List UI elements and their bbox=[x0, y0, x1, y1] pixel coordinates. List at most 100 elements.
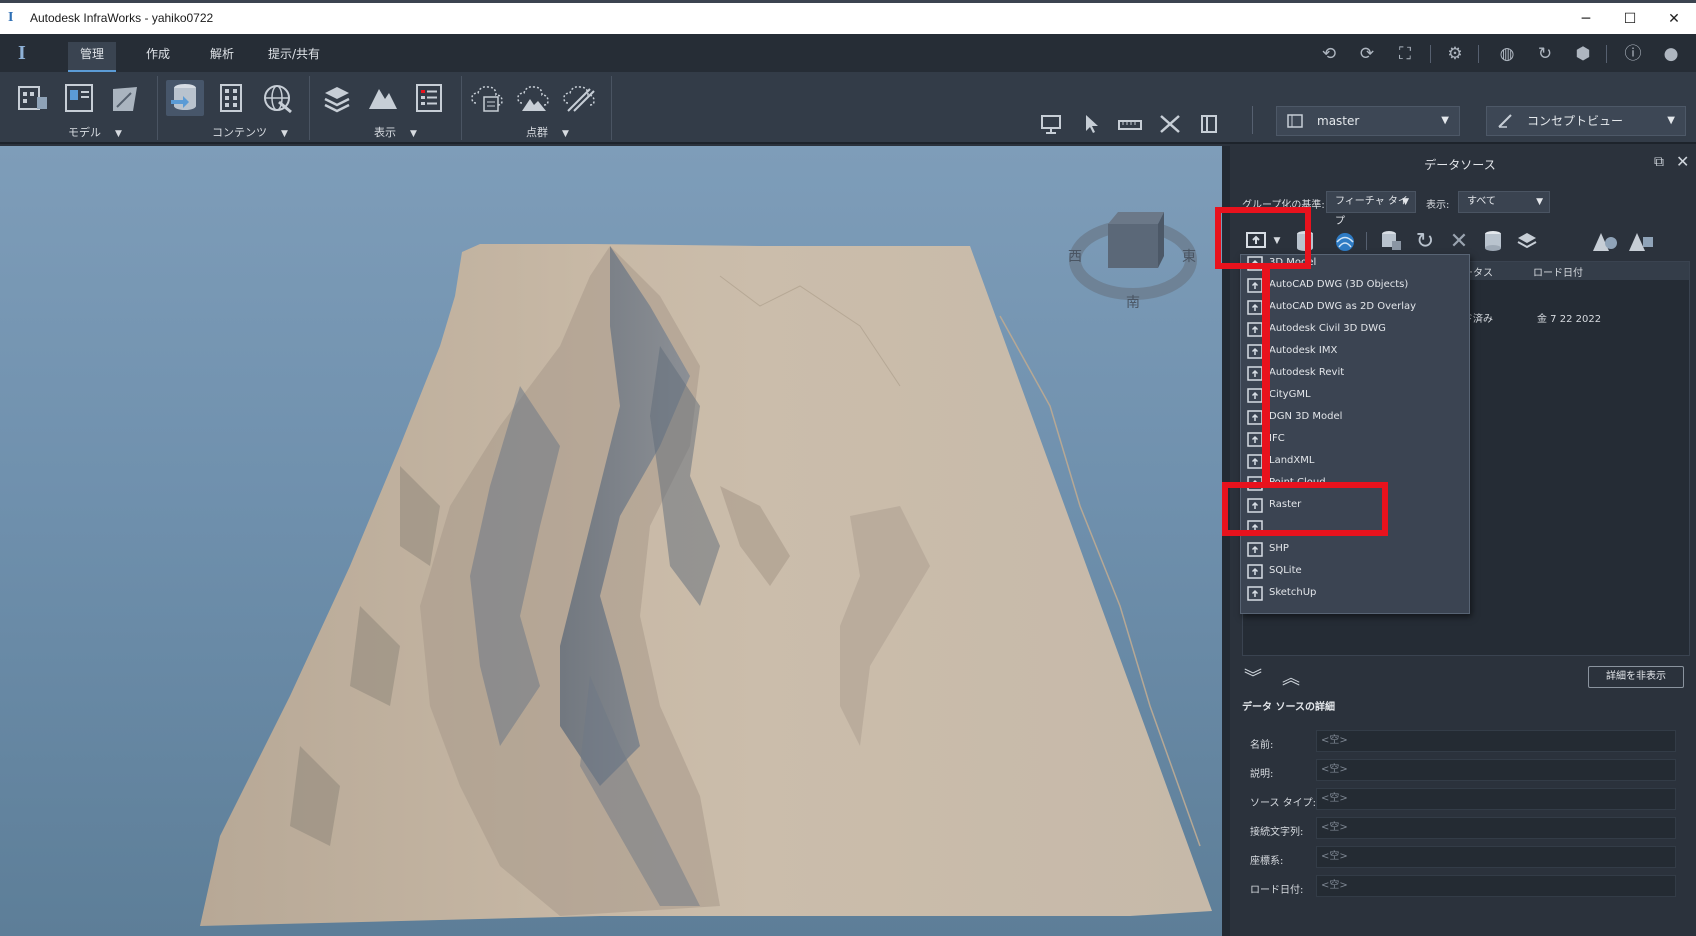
menu-item-autodesk-civil-3d-dwg[interactable]: Autodesk Civil 3D DWG bbox=[1241, 319, 1469, 341]
point-cloud-group-label[interactable]: 点群 ▼ bbox=[526, 124, 569, 140]
viewcube-east-label[interactable]: 東 bbox=[1182, 246, 1196, 266]
infraworks-logo-icon: I bbox=[8, 10, 14, 25]
menu-item-label: Autodesk Civil 3D DWG bbox=[1269, 323, 1386, 334]
proposal-icon bbox=[1287, 114, 1303, 128]
app-menu-icon[interactable]: I bbox=[18, 42, 26, 65]
feature-shapes-icon[interactable] bbox=[1590, 226, 1620, 256]
measure-icon[interactable] bbox=[1116, 110, 1144, 138]
menu-item-dgn-3d-model[interactable]: DGN 3D Model bbox=[1241, 407, 1469, 429]
detail-label-load-date: ロード日付: bbox=[1250, 885, 1304, 896]
tools-icon[interactable] bbox=[1156, 110, 1184, 138]
menu-item-label: AutoCAD DWG (3D Objects) bbox=[1269, 279, 1409, 290]
view-cube[interactable]: 西 東 南 bbox=[1068, 206, 1198, 311]
screen-display-icon[interactable] bbox=[1038, 110, 1066, 138]
model-map-icon[interactable] bbox=[106, 80, 144, 116]
view-cube-graphic bbox=[1069, 212, 1197, 300]
close-window-button[interactable]: ✕ bbox=[1652, 7, 1696, 31]
menu-item-sqlite[interactable]: SQLite bbox=[1241, 561, 1469, 583]
viewcube-south-label[interactable]: 南 bbox=[1126, 292, 1140, 312]
terrain-icon[interactable] bbox=[364, 80, 402, 116]
remove-icon[interactable]: ✕ bbox=[1444, 226, 1474, 256]
menu-item-sketchup[interactable]: SketchUp bbox=[1241, 583, 1469, 605]
tab-present-share[interactable]: 提示/共有 bbox=[256, 42, 332, 72]
expand-all-icon[interactable]: ︾ bbox=[1244, 664, 1262, 690]
help-icon[interactable]: ⓘ bbox=[1622, 44, 1644, 64]
detail-field-source-type[interactable]: <空> bbox=[1316, 788, 1676, 810]
cube-icon[interactable]: ⬢ bbox=[1572, 44, 1594, 64]
model-list-icon[interactable] bbox=[14, 80, 52, 116]
3d-viewport[interactable]: 西 東 南 bbox=[0, 146, 1222, 936]
detail-field-load-date[interactable]: <空> bbox=[1316, 875, 1676, 897]
detail-label-connection-string: 接続文字列: bbox=[1250, 827, 1304, 838]
toolbar-separator bbox=[1478, 45, 1479, 63]
tab-manage[interactable]: 管理 bbox=[68, 42, 117, 72]
column-header-load-date[interactable]: ロード日付 bbox=[1533, 264, 1583, 279]
menu-item-autocad-dwg-as-2d-overlay[interactable]: AutoCAD DWG as 2D Overlay bbox=[1241, 297, 1469, 319]
model-group: モデル ▼ bbox=[8, 76, 158, 140]
model-builder-icon[interactable] bbox=[258, 80, 296, 116]
row-load-date: 金 7 22 2022 bbox=[1537, 314, 1602, 325]
globe-icon[interactable]: ◍ bbox=[1496, 44, 1518, 64]
point-cloud-terrain-icon[interactable] bbox=[514, 80, 552, 116]
style-brush-icon bbox=[1498, 114, 1512, 128]
point-cloud-import-icon[interactable] bbox=[468, 80, 506, 116]
viewcube-west-label[interactable]: 西 bbox=[1068, 246, 1082, 266]
menu-item-autocad-dwg-3d-objects[interactable]: AutoCAD DWG (3D Objects) bbox=[1241, 275, 1469, 297]
user-avatar-icon[interactable]: ● bbox=[1660, 44, 1682, 64]
maximize-button[interactable]: ☐ bbox=[1608, 7, 1652, 31]
tab-create[interactable]: 作成 bbox=[134, 42, 182, 72]
menu-item-label: SHP bbox=[1269, 543, 1289, 554]
visual-style-value: コンセプトビュー bbox=[1527, 114, 1624, 128]
menu-item-ifc[interactable]: IFC bbox=[1241, 429, 1469, 451]
display-group-label[interactable]: 表示 ▼ bbox=[374, 124, 417, 140]
online-data-icon[interactable] bbox=[1330, 226, 1360, 256]
feature-shapes-alt-icon[interactable] bbox=[1626, 226, 1656, 256]
collapse-all-icon[interactable]: ︽ bbox=[1282, 664, 1300, 690]
hide-details-button[interactable]: 詳細を非表示 bbox=[1588, 666, 1684, 688]
menu-item-citygml[interactable]: CityGML bbox=[1241, 385, 1469, 407]
layer-stack-icon[interactable] bbox=[1512, 226, 1542, 256]
minimize-button[interactable]: ─ bbox=[1564, 7, 1608, 31]
fullscreen-icon[interactable]: ⛶ bbox=[1394, 44, 1416, 64]
menu-item-label: Autodesk IMX bbox=[1269, 345, 1338, 356]
model-properties-icon[interactable] bbox=[60, 80, 98, 116]
restore-panel-icon[interactable]: ⧉ bbox=[1654, 154, 1664, 170]
undo-icon[interactable]: ⟲ bbox=[1318, 44, 1340, 64]
data-sources-icon[interactable] bbox=[166, 80, 204, 116]
tab-analyze[interactable]: 解析 bbox=[198, 42, 246, 72]
display-filter-select[interactable]: すべて ▼ bbox=[1458, 191, 1550, 213]
detail-label-coordinate-system: 座標系: bbox=[1250, 856, 1284, 867]
detail-label-name: 名前: bbox=[1250, 740, 1274, 751]
toolbar-separator bbox=[1252, 106, 1253, 134]
visual-style-combo[interactable]: コンセプトビュー ▼ bbox=[1486, 106, 1686, 136]
chevron-down-icon: ▼ bbox=[1402, 197, 1409, 207]
point-cloud-lines-icon[interactable] bbox=[560, 80, 598, 116]
legend-list-icon[interactable] bbox=[410, 80, 448, 116]
menu-item-autodesk-revit[interactable]: Autodesk Revit bbox=[1241, 363, 1469, 385]
gear-icon[interactable]: ⚙ bbox=[1444, 44, 1466, 64]
content-group-label[interactable]: コンテンツ ▼ bbox=[212, 124, 288, 140]
select-cursor-icon[interactable] bbox=[1078, 110, 1106, 138]
redo-icon[interactable]: ⟳ bbox=[1356, 44, 1378, 64]
refresh-icon[interactable]: ↻ bbox=[1410, 226, 1440, 256]
menu-item-shp[interactable]: SHP bbox=[1241, 539, 1469, 561]
model-group-label[interactable]: モデル ▼ bbox=[68, 124, 122, 140]
detail-field-connection-string[interactable]: <空> bbox=[1316, 817, 1676, 839]
detail-field-description[interactable]: <空> bbox=[1316, 759, 1676, 781]
detail-field-name[interactable]: <空> bbox=[1316, 730, 1676, 752]
menu-item-autodesk-imx[interactable]: Autodesk IMX bbox=[1241, 341, 1469, 363]
menu-item-label: SketchUp bbox=[1269, 587, 1317, 598]
proposal-combo[interactable]: master ▼ bbox=[1276, 106, 1460, 136]
detail-label-description: 説明: bbox=[1250, 769, 1274, 780]
configure-database-icon[interactable] bbox=[1376, 226, 1406, 256]
group-by-select[interactable]: フィーチャ タイプ ▼ bbox=[1326, 191, 1416, 227]
menu-item-landxml[interactable]: LandXML bbox=[1241, 451, 1469, 473]
panel-toggle-icon[interactable] bbox=[1196, 110, 1224, 138]
close-panel-icon[interactable]: ✕ bbox=[1676, 152, 1689, 171]
display-group: 表示 ▼ bbox=[310, 76, 462, 140]
sync-icon[interactable]: ↻ bbox=[1534, 44, 1556, 64]
layers-icon[interactable] bbox=[318, 80, 356, 116]
detail-field-coordinate-system[interactable]: <空> bbox=[1316, 846, 1676, 868]
building-icon[interactable] bbox=[212, 80, 250, 116]
database-storage-icon[interactable] bbox=[1478, 226, 1508, 256]
